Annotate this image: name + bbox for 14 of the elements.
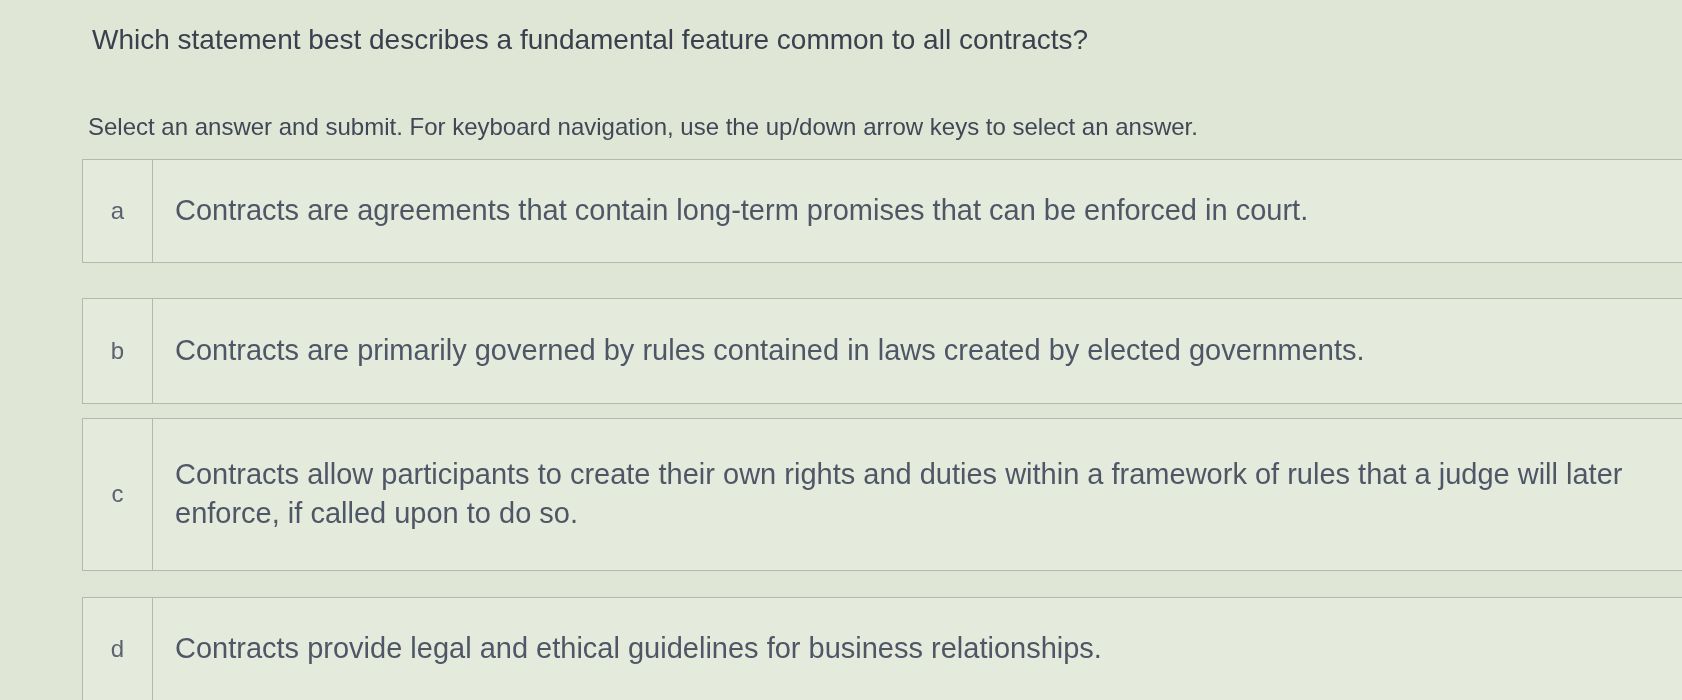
answer-option[interactable]: d Contracts provide legal and ethical guidelines for business relationships. [82,596,1682,700]
option-letter: a [110,195,125,226]
answer-option[interactable]: a Contracts are agreements that contain long-term promises that can be enforced in court. [82,158,1682,263]
option-letter: b [110,335,125,366]
option-text: Contracts allow participants to create their own rights and duties within a framework of rules that a judge will later enforce, if called upon to do so. [175,456,1624,532]
option-letter: d [110,633,125,664]
option-text: Contracts provide legal and ethical guidelines for business relationships. [175,631,1102,667]
instruction-text: Select an answer and submit. For keyboard navigation, use the up/down arrow keys to select an answer. [88,112,1199,143]
option-text: Contracts are agreements that contain long-term promises that can be enforced in court. [175,193,1309,228]
question-text: Which statement best describes a fundamental feature common to all contracts? [92,23,1090,57]
answer-option[interactable]: c Contracts allow participants to create their own rights and duties within a framework of rules that a judge will later enforce, if called upon to do so. [82,417,1682,571]
answer-option[interactable]: b Contracts are primarily governed by rules contained in laws created by elected governments. [82,297,1682,404]
option-text: Contracts are primarily governed by rules contained in laws created by elected governments. [175,333,1365,368]
option-letter: c [111,479,124,510]
